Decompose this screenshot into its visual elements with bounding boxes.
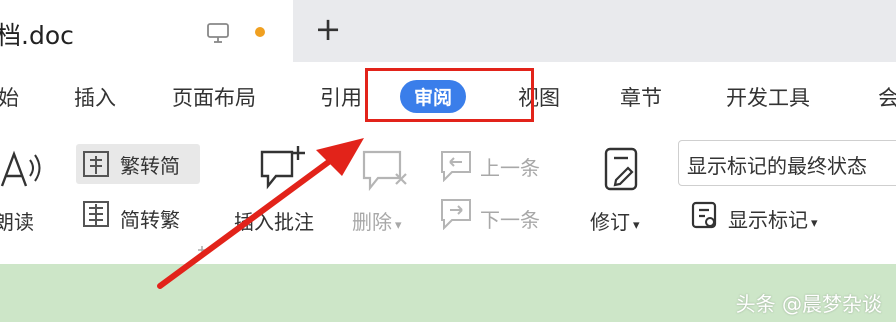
revise-label-text: 修订 xyxy=(590,210,630,234)
next-comment-label: 下一条 xyxy=(480,208,540,232)
monitor-icon[interactable] xyxy=(206,22,232,44)
markup-mode-value: 显示标记的最终状态 xyxy=(687,154,867,178)
markup-mode-select[interactable]: 显示标记的最终状态 xyxy=(678,140,896,186)
menu-item-page-layout[interactable]: 页面布局 xyxy=(172,82,256,112)
track-changes-icon[interactable] xyxy=(602,146,642,194)
menu-item-start[interactable]: 始 xyxy=(0,82,19,112)
document-name: 档.doc xyxy=(0,21,74,50)
simp-to-trad-label[interactable]: 简转繁 xyxy=(120,204,180,233)
menu-item-insert[interactable]: 插入 xyxy=(74,82,116,112)
delete-comment-label: 删除 ▾ xyxy=(352,206,402,235)
new-tab-button[interactable]: + xyxy=(311,12,345,46)
delete-comment-icon xyxy=(362,150,407,192)
unsaved-indicator-dot xyxy=(255,27,265,37)
chevron-down-icon: ▾ xyxy=(633,218,640,233)
review-highlight-box xyxy=(365,68,534,122)
show-markup-label[interactable]: 显示标记 ▾ xyxy=(728,204,818,233)
previous-comment-icon xyxy=(441,151,471,182)
track-changes-label[interactable]: 修订 ▾ xyxy=(590,206,640,235)
previous-comment-label: 上一条 xyxy=(480,156,540,180)
menu-item-member[interactable]: 会 xyxy=(878,82,896,112)
read-aloud-label[interactable]: 朗读 xyxy=(0,206,34,235)
simp-to-trad-icon[interactable] xyxy=(80,198,112,230)
watermark-text: 头条 @晨梦杂谈 xyxy=(735,292,882,316)
group-expand-icon[interactable] xyxy=(196,244,208,256)
show-markup-icon[interactable] xyxy=(690,200,720,230)
delete-label-text: 删除 xyxy=(352,210,392,234)
menu-item-chapter[interactable]: 章节 xyxy=(620,82,662,112)
trad-to-simp-icon xyxy=(83,151,109,177)
insert-comment-icon[interactable] xyxy=(258,144,308,190)
read-aloud-icon[interactable] xyxy=(0,146,46,192)
document-tab[interactable]: 档.doc xyxy=(0,0,293,62)
chevron-down-icon: ▾ xyxy=(811,216,818,231)
menu-item-references[interactable]: 引用 xyxy=(320,82,362,112)
show-markup-text: 显示标记 xyxy=(728,208,808,232)
next-comment-icon xyxy=(441,199,471,230)
insert-comment-label[interactable]: 插入批注 xyxy=(234,206,314,235)
title-bar: 档.doc + xyxy=(0,0,896,62)
trad-to-simp-label: 繁转简 xyxy=(120,154,180,178)
menu-item-developer-tools[interactable]: 开发工具 xyxy=(726,82,810,112)
chevron-down-icon: ▾ xyxy=(395,218,402,233)
